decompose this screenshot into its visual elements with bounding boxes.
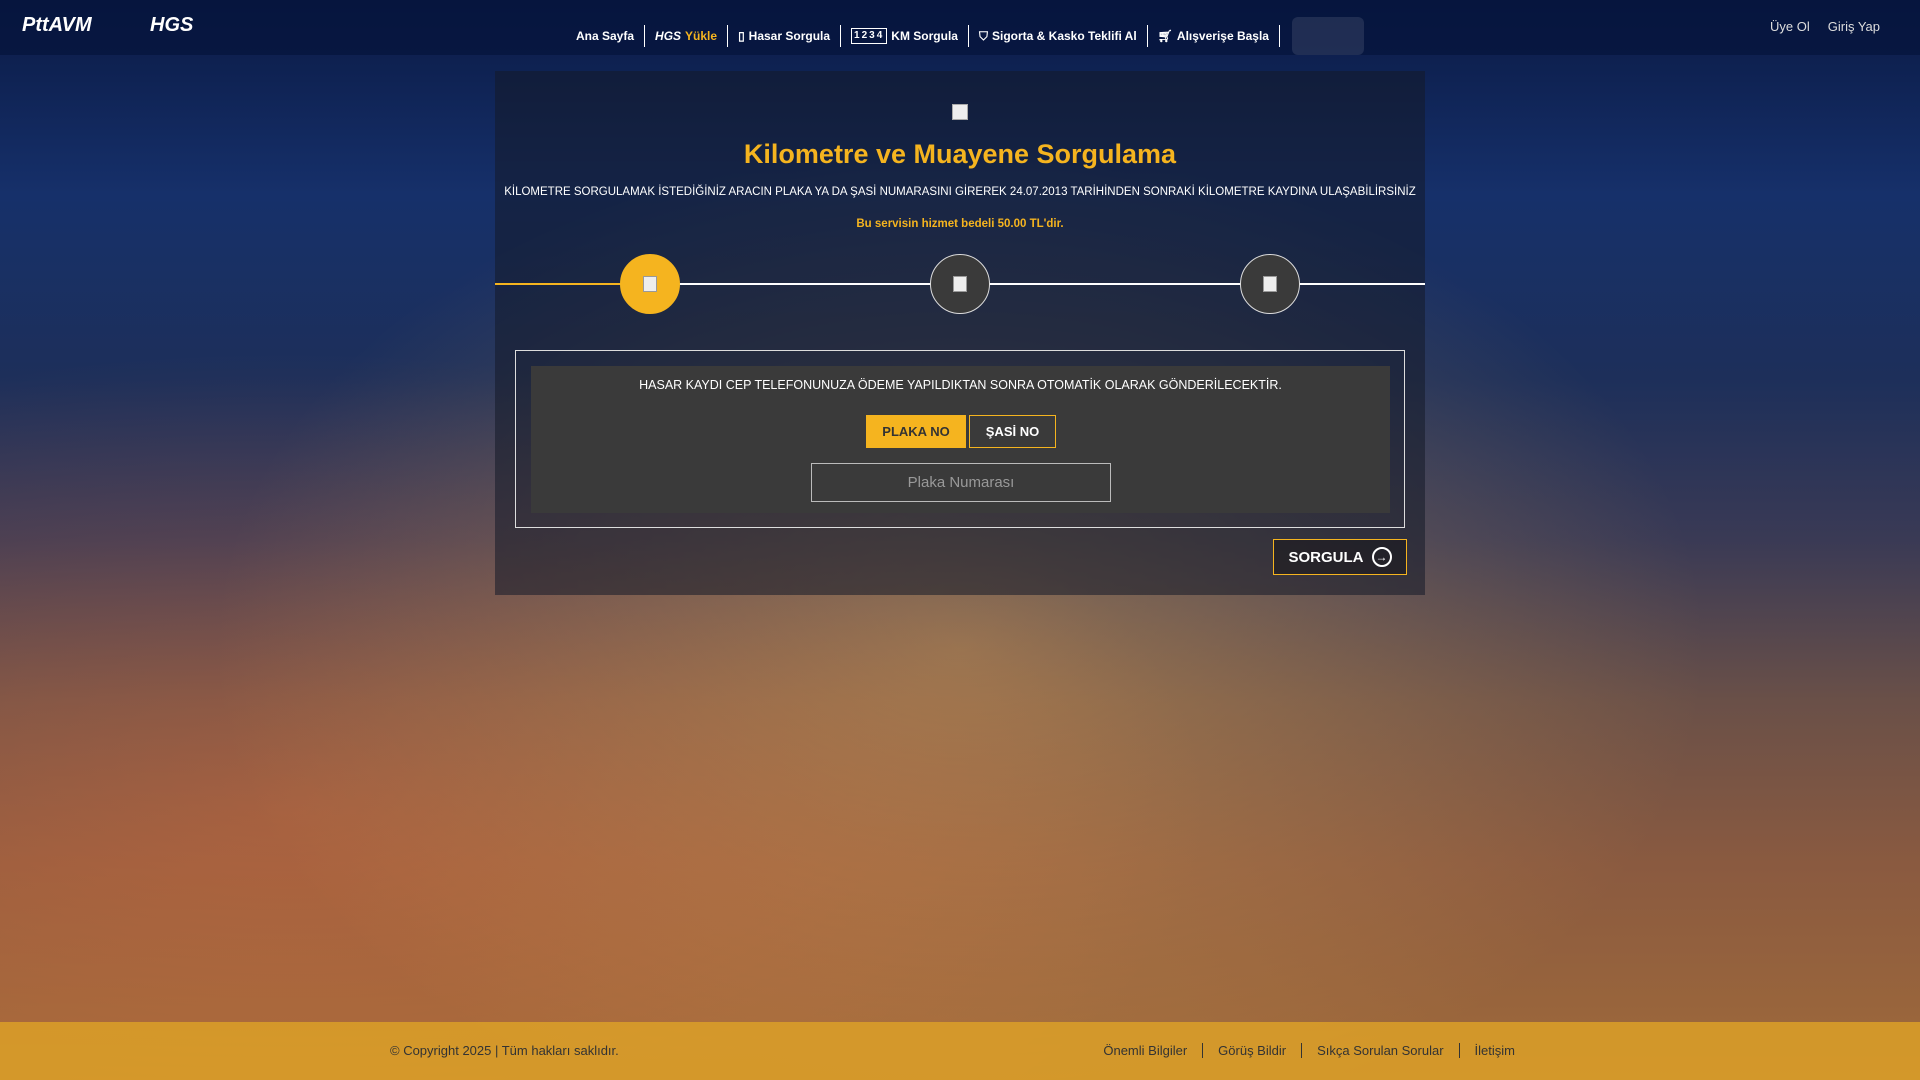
tab-plate-number[interactable]: PLAKA NO: [866, 415, 966, 448]
notice-text: HASAR KAYDI CEP TELEFONUNUZA ÖDEME YAPIL…: [639, 378, 1282, 392]
footer-link-important-info[interactable]: Önemli Bilgiler: [1088, 1043, 1202, 1058]
step-image-icon: [1263, 276, 1277, 292]
broken-image-icon: [952, 104, 968, 120]
form-box: HASAR KAYDI CEP TELEFONUNUZA ÖDEME YAPIL…: [515, 350, 1405, 528]
shield-icon: ⛉: [978, 29, 988, 43]
page-title: Kilometre ve Muayene Sorgulama: [743, 139, 1177, 169]
step-3: [1240, 254, 1300, 314]
plate-number-input[interactable]: [811, 463, 1111, 502]
nav-hgs-load[interactable]: HGS Yükle: [645, 25, 729, 47]
register-link[interactable]: Üye Ol: [1770, 19, 1810, 34]
copyright: © Copyright 2025 | Tüm hakları saklıdır.: [390, 1043, 619, 1058]
nav-label: KM Sorgula: [891, 29, 958, 43]
main-nav: Ana Sayfa HGS Yükle ▯ Hasar Sorgula 1234 KM…: [566, 17, 1364, 55]
odometer-icon: 1234: [851, 28, 888, 44]
submit-label: SORGULA: [1288, 548, 1364, 566]
tab-chassis-number[interactable]: ŞASİ NO: [969, 415, 1056, 448]
nav-label: Yükle: [685, 29, 718, 43]
query-panel: Kilometre ve Muayene Sorgulama KİLOMETRE…: [495, 71, 1425, 595]
document-icon: ▯: [738, 29, 745, 43]
footer-link-faq[interactable]: Sıkça Sorulan Sorular: [1301, 1043, 1458, 1058]
nav-label: Hasar Sorgula: [748, 29, 831, 43]
price-note: Bu servisin hizmet bedeli 50.00 TL'dir.: [856, 218, 1064, 230]
progress-line: [650, 283, 1425, 285]
footer-link-contact[interactable]: İletişim: [1458, 1043, 1530, 1058]
hgs-logo[interactable]: HGS: [150, 14, 193, 37]
footer: © Copyright 2025 | Tüm hakları saklıdır.…: [0, 1022, 1920, 1080]
arrow-right-circle-icon: →: [1371, 547, 1392, 567]
search-box[interactable]: [1291, 17, 1364, 55]
nav-km-query[interactable]: 1234 KM Sorgula: [841, 25, 969, 47]
nav-damage-query[interactable]: ▯ Hasar Sorgula: [728, 25, 842, 47]
nav-label: Sigorta & Kasko Teklifi Al: [991, 29, 1137, 43]
login-link[interactable]: Giriş Yap: [1828, 19, 1880, 34]
step-1: [620, 254, 680, 314]
cart-icon: 🛒︎: [1157, 29, 1173, 43]
step-image-icon: [643, 276, 657, 292]
submit-query-button[interactable]: SORGULA →: [1273, 539, 1407, 575]
nav-shopping[interactable]: 🛒︎ Alışverişe Başla: [1148, 25, 1280, 47]
header: PttAVM HGS Ana Sayfa HGS Yükle ▯ Hasar Sor…: [0, 0, 1920, 55]
pttavm-logo[interactable]: PttAVM: [22, 14, 92, 37]
step-2: [930, 254, 990, 314]
nav-insurance[interactable]: ⛉ Sigorta & Kasko Teklifi Al: [969, 25, 1148, 47]
nav-label: Ana Sayfa: [576, 29, 635, 43]
hgs-icon: HGS: [655, 29, 682, 43]
nav-home[interactable]: Ana Sayfa: [566, 25, 646, 47]
description: KİLOMETRE SORGULAMAK İSTEDİĞİNİZ ARACIN …: [504, 186, 1416, 198]
nav-label: Alışverişe Başla: [1176, 29, 1269, 43]
footer-link-feedback[interactable]: Görüş Bildir: [1202, 1043, 1301, 1058]
step-image-icon: [953, 276, 967, 292]
